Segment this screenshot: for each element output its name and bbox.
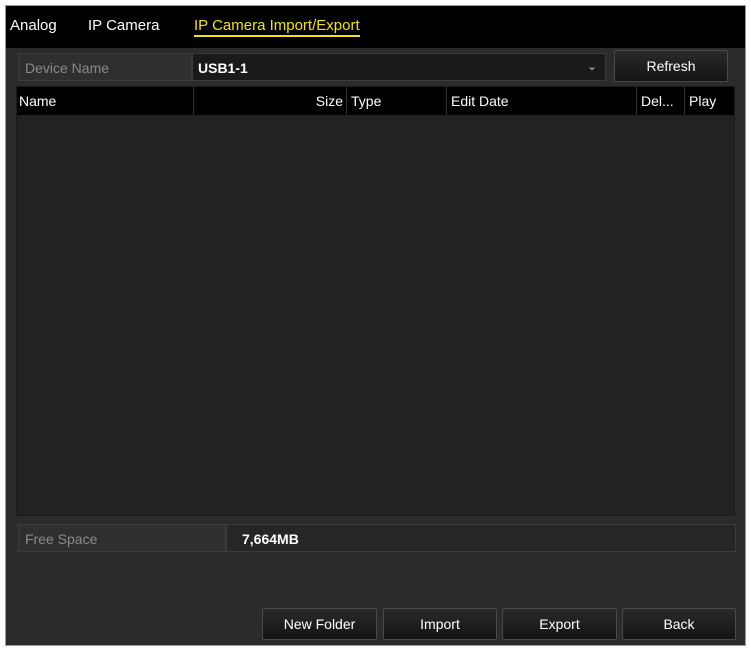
chevron-down-icon: ⌄: [586, 59, 597, 73]
file-list[interactable]: Name Size Type Edit Date Del... Play: [16, 86, 735, 516]
file-list-header: Name Size Type Edit Date Del... Play: [17, 87, 734, 115]
export-button[interactable]: Export: [502, 608, 617, 640]
import-button[interactable]: Import: [383, 608, 497, 640]
column-header-size[interactable]: Size: [194, 87, 347, 115]
back-button[interactable]: Back: [622, 608, 736, 640]
tab-ip-camera[interactable]: IP Camera: [88, 17, 159, 34]
new-folder-button[interactable]: New Folder: [262, 608, 377, 640]
column-header-name[interactable]: Name: [17, 87, 194, 115]
column-header-edit-date[interactable]: Edit Date: [447, 87, 637, 115]
device-name-select[interactable]: USB1-1 ⌄: [192, 53, 606, 81]
tab-ip-camera-import-export[interactable]: IP Camera Import/Export: [194, 17, 360, 37]
column-header-delete[interactable]: Del...: [637, 87, 685, 115]
free-space-label: Free Space: [18, 524, 226, 552]
import-export-window: Analog IP Camera IP Camera Import/Export…: [5, 5, 746, 646]
tab-analog[interactable]: Analog: [10, 17, 57, 34]
free-space-value: 7,664MB: [226, 524, 736, 552]
device-name-label: Device Name: [18, 53, 192, 81]
refresh-button[interactable]: Refresh: [614, 50, 728, 82]
device-name-value: USB1-1: [198, 60, 248, 76]
tab-bar: Analog IP Camera IP Camera Import/Export: [6, 6, 745, 48]
column-header-type[interactable]: Type: [347, 87, 447, 115]
column-header-play[interactable]: Play: [685, 87, 736, 115]
